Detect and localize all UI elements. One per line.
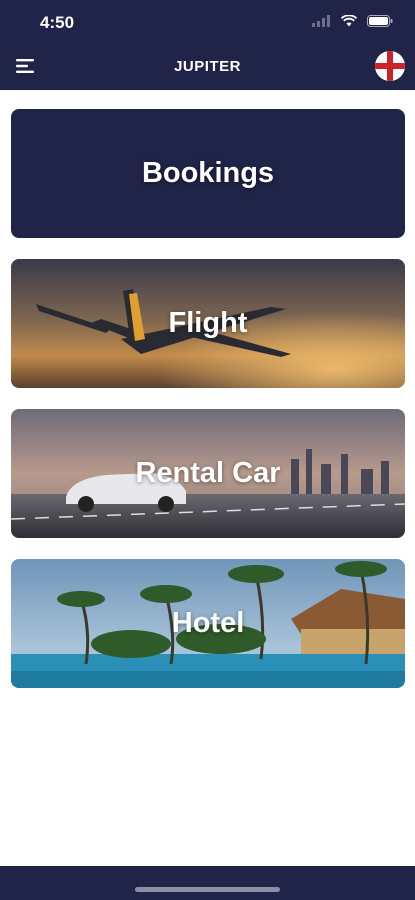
status-icons bbox=[306, 14, 393, 30]
flight-card[interactable]: Flight bbox=[11, 259, 405, 388]
rental-car-card-label: Rental Car bbox=[135, 457, 281, 489]
top-navigation-bar: JUPITER bbox=[0, 44, 415, 90]
rental-car-card[interactable]: Rental Car bbox=[11, 409, 405, 538]
hotel-card-label: Hotel bbox=[171, 607, 245, 639]
category-list: Bookings Flight Rental Car Hotel bbox=[11, 109, 405, 709]
bookings-card-label: Bookings bbox=[141, 157, 275, 189]
status-time: 4:50 bbox=[40, 13, 75, 32]
england-flag-icon bbox=[375, 51, 405, 81]
bottom-bar bbox=[0, 866, 415, 900]
bookings-card[interactable]: Bookings bbox=[11, 109, 405, 238]
flight-card-label: Flight bbox=[168, 307, 248, 339]
signal-icon bbox=[312, 14, 331, 32]
language-button[interactable] bbox=[375, 51, 405, 81]
app-title: JUPITER bbox=[174, 58, 241, 75]
battery-icon bbox=[367, 14, 393, 32]
status-bar: 4:50 bbox=[0, 0, 415, 44]
wifi-icon bbox=[340, 14, 357, 32]
home-indicator[interactable] bbox=[135, 887, 280, 892]
hotel-card[interactable]: Hotel bbox=[11, 559, 405, 688]
